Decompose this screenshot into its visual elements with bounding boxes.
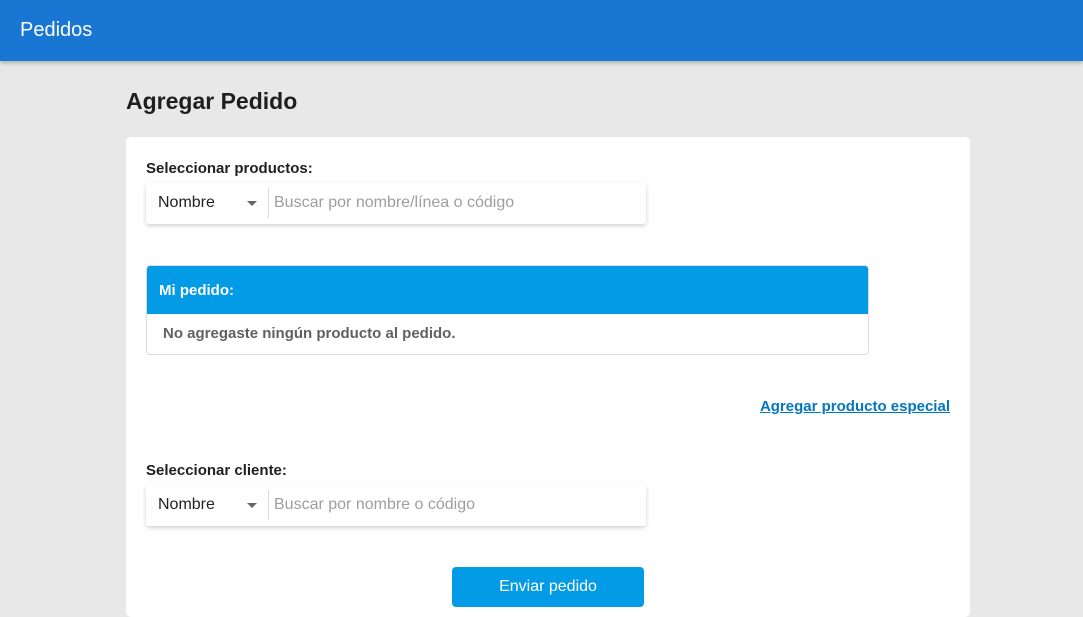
- client-filter-select[interactable]: Nombre: [146, 490, 269, 520]
- order-empty-message: No agregaste ningún producto al pedido.: [163, 325, 456, 342]
- app-bar: Pedidos: [0, 0, 1083, 61]
- product-search-input[interactable]: [269, 188, 646, 218]
- app-title: Pedidos: [20, 19, 93, 41]
- order-panel-header: Mi pedido:: [147, 266, 868, 314]
- client-filter-value: Nombre: [158, 496, 215, 513]
- order-form-card: Seleccionar productos: Nombre Mi pedido:…: [126, 137, 970, 617]
- client-label: Seleccionar cliente:: [146, 462, 287, 479]
- product-search-group: Nombre: [146, 182, 646, 224]
- caret-down-icon: [247, 201, 257, 206]
- caret-down-icon: [247, 503, 257, 508]
- client-search-group: Nombre: [146, 484, 646, 526]
- add-special-product-link[interactable]: Agregar producto especial: [760, 398, 950, 415]
- order-panel: Mi pedido: No agregaste ningún producto …: [146, 265, 869, 355]
- submit-order-button[interactable]: Enviar pedido: [452, 567, 644, 607]
- product-filter-value: Nombre: [158, 194, 215, 211]
- client-search-input[interactable]: [269, 490, 646, 520]
- products-label: Seleccionar productos:: [146, 160, 313, 177]
- product-filter-select[interactable]: Nombre: [146, 188, 269, 218]
- page-title: Agregar Pedido: [126, 88, 298, 114]
